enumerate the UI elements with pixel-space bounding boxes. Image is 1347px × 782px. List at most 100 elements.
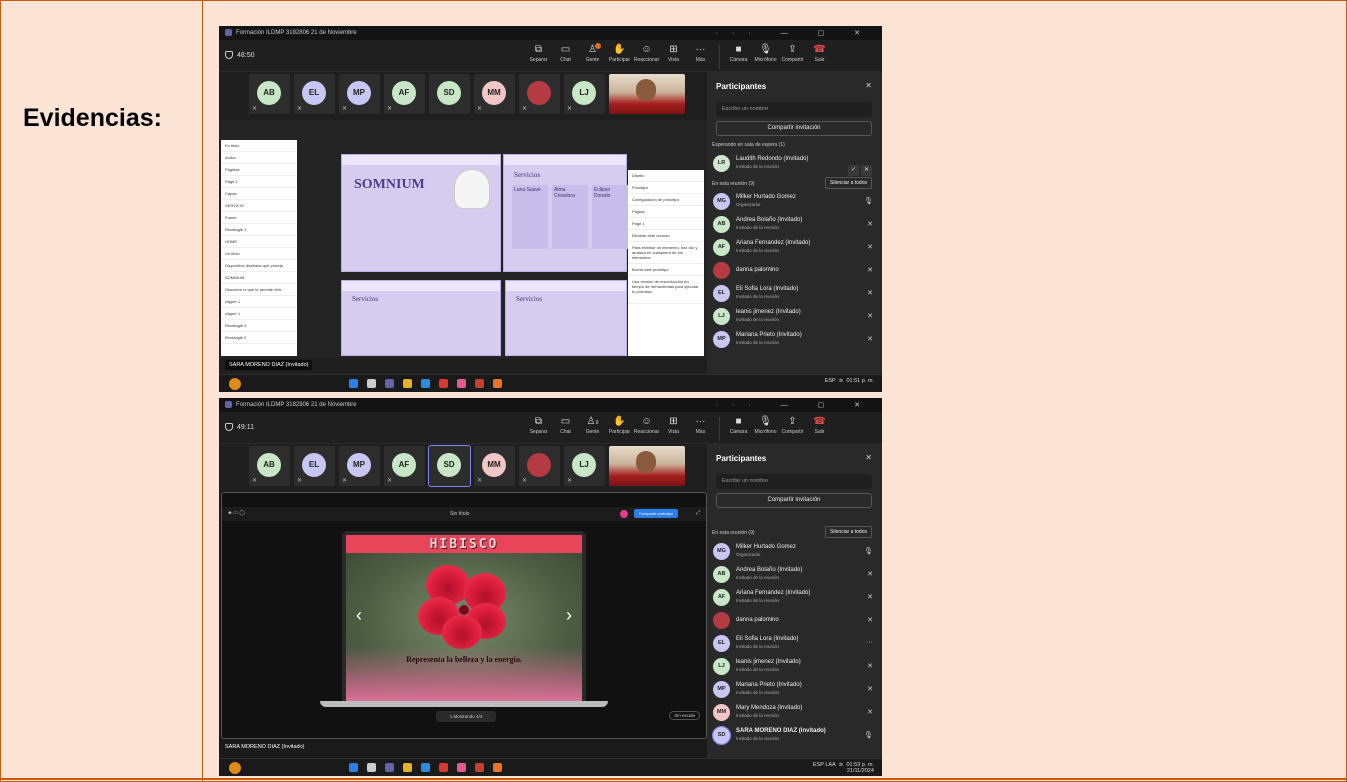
- list-item[interactable]: MG Milker Hurtado Gomez Organizador 🎙: [713, 540, 876, 563]
- search-input[interactable]: Escribe un nombre: [716, 474, 872, 489]
- figma-layer[interactable]: clipper 1: [221, 296, 297, 308]
- figma-icon[interactable]: [457, 379, 466, 388]
- figma-layer[interactable]: Páginas: [221, 164, 297, 176]
- toolbar-button-gente[interactable]: ♙9 Gente: [579, 415, 606, 441]
- system-tray[interactable]: ESP LAA ≋ 01:53 p. m. 21/11/2024: [813, 762, 874, 774]
- figma-layer[interactable]: Descubre lo que te permite vivir: [221, 284, 297, 296]
- office-icon[interactable]: [475, 763, 484, 772]
- list-item[interactable]: MP Mariana Prieto (Invitado) Invitado de l…: [713, 328, 876, 351]
- folder-icon[interactable]: [403, 379, 412, 388]
- figma-layer[interactable]: Frame: [221, 212, 297, 224]
- toolbar-button-vista[interactable]: ⊞ Vista: [660, 43, 687, 69]
- figma-icon[interactable]: [457, 763, 466, 772]
- toolbar-button-camara[interactable]: ■ Cámara: [725, 43, 752, 69]
- chevron-right-icon[interactable]: ›: [566, 605, 572, 626]
- list-item[interactable]: MM Mary Mendoza (Invitado) Invitado de la …: [713, 701, 876, 724]
- figma-layer[interactable]: HOME: [221, 236, 297, 248]
- toolbar-button-salir[interactable]: ☎ Salir: [806, 43, 833, 69]
- video-tile-speaking[interactable]: SD: [428, 445, 471, 487]
- figma-frame-servicios[interactable]: Servicios Luna Suave Alma Creadora Eclip…: [503, 154, 628, 272]
- list-item[interactable]: MG Milker Hurtado Gomez Organizador 🎙: [713, 190, 876, 213]
- list-item[interactable]: danna palomino ✕: [713, 259, 876, 282]
- deny-close-icon[interactable]: ✕: [861, 165, 872, 176]
- list-item[interactable]: MP Mariana Prieto (Invitado) Invitado de l…: [713, 678, 876, 701]
- video-tile[interactable]: SD: [429, 74, 470, 114]
- video-tile[interactable]: AF ✕: [384, 446, 425, 486]
- list-item[interactable]: EL Eli Sofia Lora (Invitado) Invitado de l…: [713, 282, 876, 305]
- figma-prop[interactable]: Diseño: [628, 170, 704, 182]
- toolbar-button-compartir[interactable]: ⇪ Compartir: [779, 415, 806, 441]
- video-tile[interactable]: MM ✕: [474, 74, 515, 114]
- figma-layer[interactable]: Dispositivo diseñado que proteja: [221, 260, 297, 272]
- figma-prop[interactable]: Page 1: [628, 218, 704, 230]
- toolbar-button-chat[interactable]: ▭ Chat: [552, 415, 579, 441]
- list-item[interactable]: AB Andrea Bolaño (Invitado) Invitado de la…: [713, 213, 876, 236]
- zoom-control[interactable]: Sin escala: [669, 711, 700, 720]
- toolbar-button-reaccionar[interactable]: ☺ Reaccionar: [633, 415, 660, 441]
- user-avatar[interactable]: [620, 510, 628, 518]
- video-tile[interactable]: EL ✕: [294, 74, 335, 114]
- figma-layer[interactable]: clipper 1: [221, 308, 297, 320]
- figma-frame-servicios-2[interactable]: Servicios: [341, 280, 501, 356]
- video-tile[interactable]: MP ✕: [339, 446, 380, 486]
- close-icon[interactable]: ✕: [865, 453, 872, 462]
- office-icon[interactable]: [475, 379, 484, 388]
- chevron-left-icon[interactable]: ‹: [356, 605, 362, 626]
- figma-layer[interactable]: Rectangle 2: [221, 332, 297, 344]
- figma-layer[interactable]: SOMNIUM: [221, 272, 297, 284]
- video-tile[interactable]: LJ ✕: [564, 74, 605, 114]
- window-controls[interactable]: ··· — ▢ ✕: [716, 401, 874, 409]
- list-item[interactable]: LJ leanis jimenez (Invitado) Invitado de l…: [713, 305, 876, 328]
- toolbar-button-microfono[interactable]: 🎙 Micrófono: [752, 43, 779, 69]
- prototype-page-nav[interactable]: 1 Mostrando 4/4: [436, 711, 496, 722]
- start-icon[interactable]: [349, 379, 358, 388]
- toolbar-button-mas[interactable]: ··· Más: [687, 415, 714, 441]
- toolbar-button-camara[interactable]: ■ Cámara: [725, 415, 752, 441]
- search-input[interactable]: Escribe un nombre: [716, 102, 872, 117]
- video-tile[interactable]: AB ✕: [249, 74, 290, 114]
- figma-layer[interactable]: Activo: [221, 152, 297, 164]
- figma-layer[interactable]: Rectangle 1: [221, 224, 297, 236]
- share-invite-button[interactable]: Compartir invitación: [716, 493, 872, 508]
- figma-file-name[interactable]: En titulo: [221, 140, 297, 152]
- start-icon[interactable]: [349, 763, 358, 772]
- figma-frame-servicios-3[interactable]: Servicios: [505, 280, 627, 356]
- chrome-icon[interactable]: [439, 763, 448, 772]
- list-item[interactable]: AB Andrea Bolaño (Invitado) Invitado de la…: [713, 563, 876, 586]
- edge-icon[interactable]: [421, 763, 430, 772]
- expand-icon[interactable]: ⤢: [696, 510, 700, 516]
- share-invite-button[interactable]: Compartir invitación: [716, 121, 872, 136]
- list-item[interactable]: SD SARA MORENO DIAZ (Invitado) Invitado de…: [712, 724, 876, 747]
- search-icon[interactable]: [367, 763, 376, 772]
- toolbar-button-separar[interactable]: ⧉ Separar: [525, 43, 552, 69]
- list-item[interactable]: AF Ariana Fernandez (Invitado) Invitado de…: [713, 586, 876, 609]
- presenter-video[interactable]: [609, 446, 685, 486]
- toolbar-button-gente[interactable]: ♙ Gente: [579, 43, 606, 69]
- video-tile[interactable]: LJ ✕: [564, 446, 605, 486]
- toolbar-button-participar[interactable]: ✋ Participar: [606, 43, 633, 69]
- list-item[interactable]: AF Ariana Fernandez (Invitado) Invitado de…: [713, 236, 876, 259]
- list-item[interactable]: LJ leanis jimenez (Invitado) Invitado de l…: [713, 655, 876, 678]
- figma-menu-icon[interactable]: ◈ ▭ ◯: [228, 510, 245, 516]
- toolbar-button-separar[interactable]: ⧉ Separar: [525, 415, 552, 441]
- video-tile[interactable]: MM ✕: [474, 446, 515, 486]
- figma-layer[interactable]: Rectangle 3: [221, 320, 297, 332]
- admit-check-icon[interactable]: ✓: [848, 165, 859, 176]
- mute-all-button[interactable]: Silenciar a todos: [825, 526, 872, 538]
- figma-prop[interactable]: Prototipo: [628, 182, 704, 194]
- mute-all-button[interactable]: Silenciar a todos: [825, 177, 872, 189]
- presenter-video[interactable]: [609, 74, 685, 114]
- in-meeting-section-label[interactable]: En esta reunión (9): [712, 530, 755, 536]
- figma-layer[interactable]: SERVICIO: [221, 200, 297, 212]
- video-tile[interactable]: EL ✕: [294, 446, 335, 486]
- system-tray[interactable]: ESP ≋ 01:51 p. m.: [825, 378, 874, 384]
- toolbar-button-salir[interactable]: ☎ Salir: [806, 415, 833, 441]
- more-icon[interactable]: ···: [866, 639, 873, 646]
- search-icon[interactable]: [367, 379, 376, 388]
- weather-icon[interactable]: [229, 378, 241, 390]
- video-tile[interactable]: ✕: [519, 446, 560, 486]
- illustrator-icon[interactable]: [493, 763, 502, 772]
- toolbar-button-chat[interactable]: ▭ Chat: [552, 43, 579, 69]
- figma-frame-home[interactable]: SOMNIUM: [341, 154, 501, 272]
- toolbar-button-microfono[interactable]: 🎙 Micrófono: [752, 415, 779, 441]
